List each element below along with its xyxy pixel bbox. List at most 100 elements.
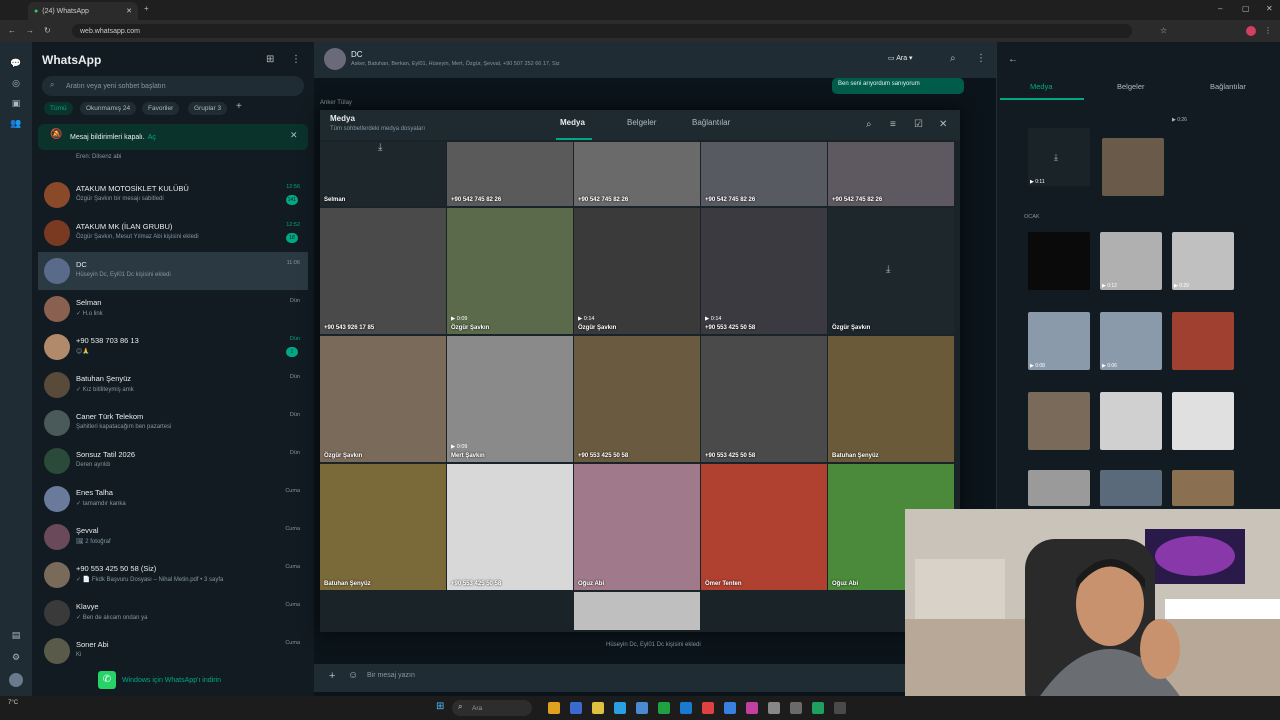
chat-row[interactable]: +90 538 703 86 13 😊🙏 Dün 1 bbox=[38, 328, 308, 366]
chat-row[interactable]: +90 553 425 50 58 (Siz) ✓ 📄 Fkdk Başvuru … bbox=[38, 556, 308, 594]
conversation-title[interactable]: DC bbox=[351, 50, 363, 59]
media-tile[interactable]: +90 542 745 82 26 bbox=[828, 142, 954, 206]
group-avatar[interactable] bbox=[324, 48, 346, 70]
panel-thumbnail[interactable]: ▶ 0:06 bbox=[1100, 312, 1162, 370]
media-tile[interactable]: +90 553 425 50 58 bbox=[574, 336, 700, 462]
panel-tab-links[interactable]: Bağlantılar bbox=[1210, 82, 1246, 91]
chat-row[interactable]: Klavye ✓ Ben de alıcam ondan ya Cuma bbox=[38, 594, 308, 632]
modal-tab-media[interactable]: Medya bbox=[560, 118, 585, 127]
chat-row[interactable]: Selman ✓ H.o link Dün bbox=[38, 290, 308, 328]
media-tile[interactable]: ▶ 0:09 Mert Şavkın bbox=[447, 336, 573, 462]
bookmark-star-icon[interactable]: ☆ bbox=[1160, 26, 1167, 35]
chat-row[interactable]: ATAKUM MK (İLAN GRUBU) Özgür Şavkın, Mesu… bbox=[38, 214, 308, 252]
profile-avatar-rail[interactable] bbox=[9, 673, 23, 687]
media-tile[interactable]: +90 542 745 82 26 bbox=[447, 142, 573, 206]
status-icon[interactable]: ◎ bbox=[9, 78, 23, 92]
media-tile[interactable]: ▶ 0:14 +90 553 425 50 58 bbox=[701, 208, 827, 334]
panel-thumbnail[interactable] bbox=[1172, 470, 1234, 506]
taskbar-app-icon[interactable] bbox=[834, 702, 846, 714]
menu-icon[interactable]: ⋮ bbox=[291, 54, 301, 65]
url-field[interactable]: web.whatsapp.com bbox=[72, 24, 1132, 38]
conversation-menu-icon[interactable]: ⋮ bbox=[976, 53, 986, 64]
media-tile[interactable]: Ömer Tenten bbox=[701, 464, 827, 590]
download-icon[interactable]: ⤓ bbox=[1054, 152, 1058, 163]
minimize-icon[interactable]: – bbox=[1218, 4, 1222, 13]
back-icon[interactable]: ← bbox=[8, 26, 16, 35]
modal-search-icon[interactable]: ⌕ bbox=[866, 119, 872, 130]
taskbar-app-icon[interactable] bbox=[724, 702, 736, 714]
filter-unread[interactable]: Okunmamış 24 bbox=[80, 102, 137, 115]
close-window-icon[interactable]: ✕ bbox=[1266, 4, 1273, 13]
emoji-icon[interactable]: ☺ bbox=[348, 670, 358, 681]
panel-thumbnail[interactable] bbox=[1028, 470, 1090, 506]
chat-row[interactable]: Batuhan Şenyüz ✓ Kız bitiliteymiş amk Dün bbox=[38, 366, 308, 404]
media-tile[interactable] bbox=[574, 592, 700, 630]
media-tile[interactable]: +90 553 425 50 58 bbox=[701, 336, 827, 462]
chats-icon[interactable]: 💬 bbox=[9, 58, 23, 72]
message-input[interactable]: Bir mesaj yazın bbox=[367, 672, 415, 679]
panel-thumbnail[interactable] bbox=[1028, 232, 1090, 290]
new-tab-icon[interactable]: + bbox=[144, 4, 149, 13]
chat-row[interactable]: DC Hüseyin Dc, Eyl01 Dc kişisini ekledi 11… bbox=[38, 252, 308, 290]
notice-link[interactable]: Aç bbox=[148, 134, 156, 141]
reload-icon[interactable]: ↻ bbox=[44, 26, 51, 35]
taskbar-search[interactable]: Ara bbox=[452, 700, 532, 716]
call-button[interactable]: ▭ Ara ▾ bbox=[888, 54, 913, 62]
taskbar-app-icon[interactable] bbox=[812, 702, 824, 714]
communities-icon[interactable]: 👥 bbox=[9, 118, 23, 132]
panel-tab-media[interactable]: Medya bbox=[1030, 82, 1053, 91]
chat-row[interactable]: Enes Talha ✓ tamamdır kanka Cuma bbox=[38, 480, 308, 518]
media-tile[interactable]: Oğuz Abi bbox=[574, 464, 700, 590]
search-conversation-icon[interactable]: ⌕ bbox=[950, 53, 956, 64]
chat-row[interactable]: Caner Türk Telekom Şahitleri kapatacağım … bbox=[38, 404, 308, 442]
select-icon[interactable]: ☑ bbox=[914, 119, 923, 130]
message-bubble[interactable]: Ben seni arıyordum sanıyorum bbox=[832, 78, 964, 94]
taskbar-app-icon[interactable] bbox=[768, 702, 780, 714]
taskbar-app-icon[interactable] bbox=[680, 702, 692, 714]
forward-icon[interactable]: → bbox=[26, 26, 34, 35]
panel-thumbnail[interactable] bbox=[1100, 470, 1162, 506]
panel-thumbnail[interactable] bbox=[1102, 138, 1164, 196]
maximize-icon[interactable]: ▢ bbox=[1242, 4, 1250, 13]
taskbar-app-icon[interactable] bbox=[636, 702, 648, 714]
media-tile[interactable]: ⤓ Özgür Şavkın bbox=[828, 208, 954, 334]
taskbar-app-icon[interactable] bbox=[790, 702, 802, 714]
browser-menu-icon[interactable]: ⋮ bbox=[1264, 26, 1272, 35]
close-modal-icon[interactable]: ✕ bbox=[939, 119, 947, 130]
chat-row[interactable]: Şevval 🖼 2 fotoğraf Cuma bbox=[38, 518, 308, 556]
taskbar-app-icon[interactable] bbox=[746, 702, 758, 714]
download-banner[interactable]: ✆ Windows için WhatsApp'ı indirin bbox=[98, 670, 238, 690]
media-tile[interactable]: +90 543 926 17 85 bbox=[320, 208, 446, 334]
back-arrow-icon[interactable]: ← bbox=[1008, 54, 1018, 65]
panel-thumbnail[interactable]: ▶ 0:08 bbox=[1028, 312, 1090, 370]
panel-thumbnail[interactable] bbox=[1100, 392, 1162, 450]
browser-tab[interactable]: ● (24) WhatsApp ✕ bbox=[28, 2, 138, 20]
close-notice-icon[interactable]: ✕ bbox=[290, 130, 298, 141]
panel-thumbnail[interactable]: ▶ 0:12 bbox=[1100, 232, 1162, 290]
chat-row[interactable]: ATAKUM MOTOSİKLET KULÜBÜ Özgür Şavkın bir… bbox=[38, 176, 308, 214]
profile-avatar[interactable] bbox=[1246, 26, 1256, 36]
media-tile[interactable]: ⤓ Selman bbox=[320, 142, 446, 206]
panel-thumbnail[interactable]: ▶ 0:29 bbox=[1172, 232, 1234, 290]
media-icon[interactable]: ▤ bbox=[9, 630, 23, 644]
filter-favorites[interactable]: Favoriler bbox=[142, 102, 180, 115]
panel-thumbnail[interactable] bbox=[1028, 392, 1090, 450]
media-tile[interactable]: Batuhan Şenyüz bbox=[320, 464, 446, 590]
modal-tab-links[interactable]: Bağlantılar bbox=[692, 118, 730, 127]
windows-start-icon[interactable]: ⊞ bbox=[436, 701, 444, 712]
taskbar-app-icon[interactable] bbox=[614, 702, 626, 714]
download-label[interactable]: Windows için WhatsApp'ı indirin bbox=[122, 677, 221, 684]
media-tile[interactable]: ▶ 0:14 Özgür Şavkın bbox=[574, 208, 700, 334]
panel-tab-documents[interactable]: Belgeler bbox=[1117, 82, 1145, 91]
search-input[interactable]: Aratın veya yeni sohbet başlatın bbox=[42, 76, 304, 96]
taskbar-app-icon[interactable] bbox=[548, 702, 560, 714]
media-tile[interactable]: +90 553 425 50 58 bbox=[447, 464, 573, 590]
taskbar-app-icon[interactable] bbox=[658, 702, 670, 714]
download-icon[interactable]: ⤓ bbox=[378, 142, 382, 153]
media-tile[interactable]: Özgür Şavkın bbox=[320, 336, 446, 462]
taskbar-app-icon[interactable] bbox=[592, 702, 604, 714]
media-tile[interactable]: ▶ 0:09 Özgür Şavkın bbox=[447, 208, 573, 334]
settings-gear-icon[interactable]: ⚙ bbox=[9, 652, 23, 666]
sort-icon[interactable]: ≡ bbox=[890, 119, 896, 130]
filter-all[interactable]: Tümü bbox=[44, 102, 73, 115]
